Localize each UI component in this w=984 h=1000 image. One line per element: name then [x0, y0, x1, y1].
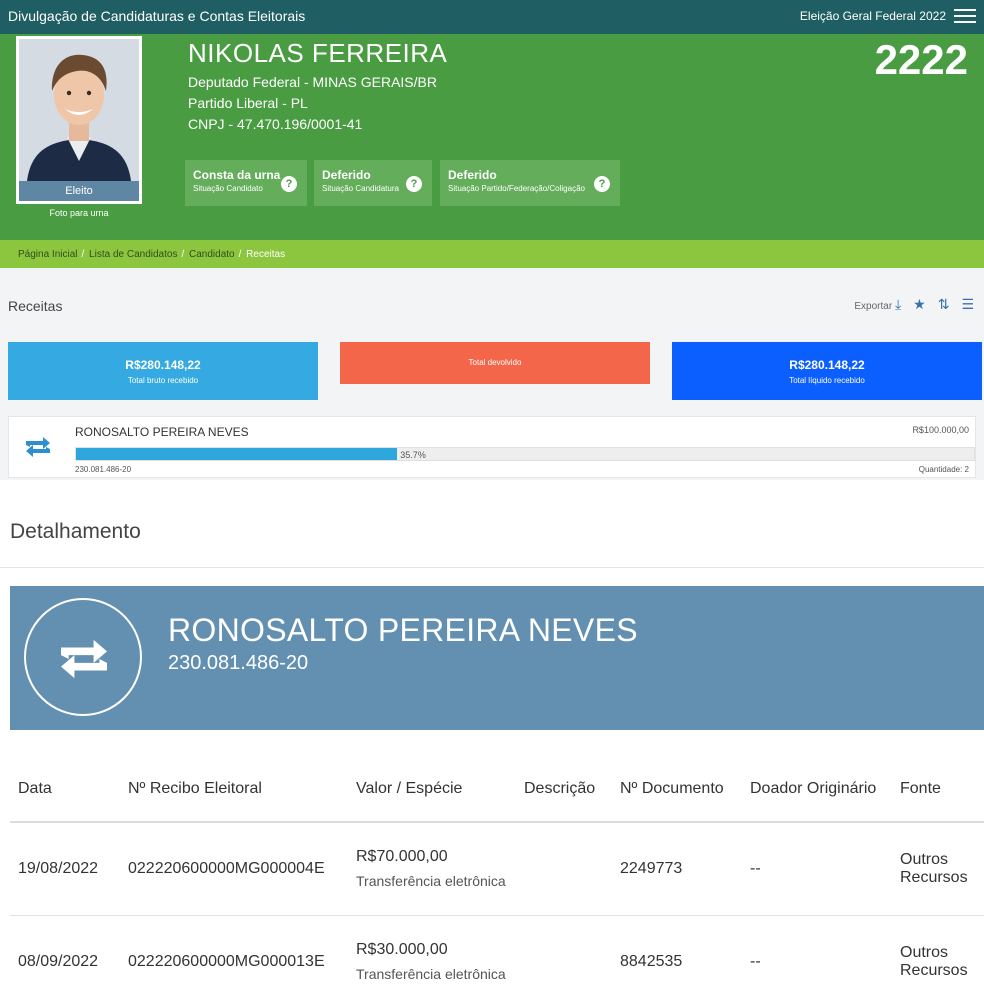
export-button[interactable]: Exportar ⤓ — [854, 296, 901, 313]
breadcrumb-candidate-list[interactable]: Lista de Candidatos — [89, 249, 177, 260]
cell-doador: -- — [742, 822, 892, 916]
candidate-photo-card: Eleito — [16, 36, 142, 204]
cell-especie: Transferência eletrônica — [356, 965, 506, 982]
candidate-number: 2222 — [874, 36, 968, 83]
candidate-header: Eleito Foto para urna NIKOLAS FERREIRA D… — [0, 34, 984, 240]
status-label: Deferido — [448, 168, 497, 182]
cell-fonte: Outros Recursos — [892, 915, 984, 1000]
status-candidatura: Deferido Situação Candidatura ? — [314, 160, 432, 206]
top-bar-right: Eleição Geral Federal 2022 — [800, 9, 976, 23]
cell-valor: R$70.000,00 Transferência eletrônica — [348, 822, 516, 916]
candidate-cnpj: CNPJ - 47.470.196/0001-41 — [188, 116, 363, 132]
donor-amount: R$100.000,00 — [912, 425, 969, 435]
breadcrumb-current: Receitas — [246, 249, 286, 260]
cell-valor-amount: R$70.000,00 — [356, 847, 448, 865]
transfer-icon — [26, 437, 50, 457]
toolbar: Exportar ⤓ ★ ⇅ ☰ — [854, 296, 974, 313]
summary-caption: Total líquido recebido — [789, 376, 865, 385]
donor-cpf: 230.081.486-20 — [75, 465, 132, 474]
cell-doador: -- — [742, 915, 892, 1000]
summary-value: R$280.148,22 — [125, 358, 201, 372]
status-partido: Deferido Situação Partido/Federação/Coli… — [440, 160, 620, 206]
help-icon[interactable]: ? — [406, 176, 422, 192]
summary-gross: R$280.148,22 Total bruto recebido — [8, 342, 318, 400]
help-icon[interactable]: ? — [594, 176, 610, 192]
help-icon[interactable]: ? — [281, 176, 297, 192]
col-recibo[interactable]: Nº Recibo Eleitoral — [120, 756, 348, 823]
section-title: Receitas — [8, 298, 63, 314]
col-data[interactable]: Data — [10, 756, 120, 823]
table-row: 19/08/2022 022220600000MG000004E R$70.00… — [10, 822, 984, 916]
photo-caption: Foto para urna — [49, 208, 109, 218]
summary-caption: Total bruto recebido — [127, 376, 199, 385]
col-descricao[interactable]: Descrição — [516, 756, 612, 823]
detail-title: Detalhamento — [10, 520, 141, 543]
status-candidate: Consta da urna Situação Candidato ? — [185, 160, 307, 206]
cell-data: 19/08/2022 — [10, 822, 120, 916]
menu-icon[interactable] — [954, 9, 976, 23]
table-header-row: Data Nº Recibo Eleitoral Valor / Espécie… — [10, 756, 984, 823]
summary-returned: Total devolvido — [340, 342, 650, 384]
list-icon[interactable]: ☰ — [961, 296, 974, 313]
col-doador[interactable]: Doador Originário — [742, 756, 892, 823]
status-sub: Situação Partido/Federação/Coligação — [448, 184, 585, 193]
summary-caption: Total devolvido — [468, 358, 522, 367]
donor-percent: 35.7% — [400, 450, 426, 460]
app-title: Divulgação de Candidaturas e Contas Elei… — [8, 8, 306, 24]
cell-descricao — [516, 822, 612, 916]
candidate-info: Deputado Federal - MINAS GERAIS/BR Parti… — [188, 72, 437, 135]
candidate-name: NIKOLAS FERREIRA — [188, 38, 448, 68]
col-fonte[interactable]: Fonte — [892, 756, 984, 823]
divider — [0, 567, 984, 568]
cell-data: 08/09/2022 — [10, 915, 120, 1000]
election-label: Eleição Geral Federal 2022 — [799, 9, 946, 23]
donor-progress-bar — [75, 447, 975, 461]
detail-table: Data Nº Recibo Eleitoral Valor / Espécie… — [10, 756, 984, 1000]
receitas-section: Receitas Exportar ⤓ ★ ⇅ ☰ R$280.148,22 T… — [0, 268, 984, 480]
candidate-photo — [19, 39, 139, 181]
summary-value: R$280.148,22 — [789, 358, 865, 372]
donor-card[interactable]: RONOSALTO PEREIRA NEVES R$100.000,00 35.… — [8, 416, 976, 478]
transfer-icon — [61, 639, 107, 679]
breadcrumb-home[interactable]: Página Inicial — [18, 249, 77, 260]
cell-documento: 8842535 — [612, 915, 742, 1000]
cell-recibo: 022220600000MG000004E — [120, 822, 348, 916]
cell-documento: 2249773 — [612, 822, 742, 916]
candidate-party: Partido Liberal - PL — [188, 95, 308, 111]
cell-recibo: 022220600000MG000013E — [120, 915, 348, 1000]
download-icon: ⤓ — [894, 296, 902, 312]
detail-donor-cpf: 230.081.486-20 — [168, 652, 309, 674]
sort-icon[interactable]: ⇅ — [938, 296, 950, 313]
donor-quantity: Quantidade: 2 — [918, 465, 969, 474]
col-documento[interactable]: Nº Documento — [612, 756, 742, 823]
donor-progress-fill — [76, 448, 397, 460]
table-row: 08/09/2022 022220600000MG000013E R$30.00… — [10, 915, 984, 1000]
donor-name: RONOSALTO PEREIRA NEVES — [75, 425, 249, 439]
cell-descricao — [516, 915, 612, 1000]
cell-especie: Transferência eletrônica — [356, 872, 506, 889]
election-result-badge: Eleito — [19, 181, 139, 201]
breadcrumb-candidate[interactable]: Candidato — [189, 249, 235, 260]
candidate-office: Deputado Federal - MINAS GERAIS/BR — [188, 74, 437, 90]
transfer-circle — [24, 598, 142, 716]
cell-valor: R$30.000,00 Transferência eletrônica — [348, 915, 516, 1000]
cell-fonte: Outros Recursos — [892, 822, 984, 916]
col-valor[interactable]: Valor / Espécie — [348, 756, 516, 823]
detail-donor-name: RONOSALTO PEREIRA NEVES — [168, 612, 638, 648]
summary-net: R$280.148,22 Total líquido recebido — [672, 342, 982, 400]
candidate-portrait-icon — [19, 39, 139, 181]
detail-banner: RONOSALTO PEREIRA NEVES 230.081.486-20 — [10, 586, 984, 730]
breadcrumb: Página Inicial / Lista de Candidatos / Can… — [0, 240, 984, 268]
cell-valor-amount: R$30.000,00 — [356, 940, 448, 958]
top-bar: Divulgação de Candidaturas e Contas Elei… — [0, 0, 984, 34]
star-icon[interactable]: ★ — [913, 296, 926, 313]
